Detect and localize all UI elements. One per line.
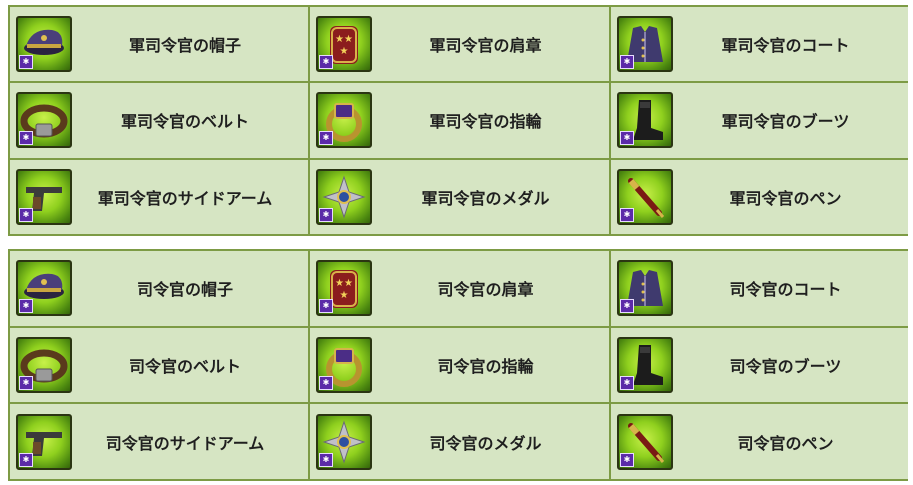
- item-cell[interactable]: ✱ 司令官のサイドアーム: [10, 404, 308, 479]
- item-cell[interactable]: ✱ 軍司令官の指輪: [310, 83, 609, 158]
- rarity-badge-icon: ✱: [319, 299, 333, 314]
- item-cell[interactable]: ✱ 司令官の指輪: [310, 327, 609, 403]
- item-label: 軍司令官のブーツ: [721, 112, 850, 132]
- item-cell[interactable]: ✱ 軍司令官のブーツ: [611, 83, 908, 158]
- pen-icon: ✱: [617, 413, 673, 470]
- item-label: 司令官のベルト: [128, 356, 241, 376]
- rarity-badge-icon: ✱: [620, 207, 634, 222]
- coat-icon: ✱: [617, 16, 673, 73]
- item-label: 司令官のサイドアーム: [105, 433, 265, 453]
- rarity-badge-icon: ✱: [19, 131, 33, 146]
- rarity-badge-icon: ✱: [620, 299, 634, 314]
- svg-text:★: ★: [340, 46, 349, 57]
- item-label: 軍司令官の指輪: [429, 112, 542, 132]
- item-label: 軍司令官のコート: [721, 36, 850, 56]
- item-cell[interactable]: ✱ 司令官のメダル: [310, 404, 609, 479]
- item-label: 軍司令官のサイドアーム: [97, 188, 273, 208]
- item-label: 司令官のブーツ: [729, 356, 842, 376]
- rarity-badge-icon: ✱: [19, 207, 33, 222]
- item-label: 軍司令官のメダル: [421, 188, 550, 208]
- rarity-badge-icon: ✱: [620, 452, 634, 467]
- svg-text:★★: ★★: [335, 278, 353, 289]
- belt-icon: ✱: [16, 92, 72, 149]
- item-cell[interactable]: ✱ 司令官の帽子: [10, 251, 308, 326]
- ring-icon: ✱: [316, 336, 372, 393]
- rarity-badge-icon: ✱: [19, 299, 33, 314]
- item-label: 軍司令官のペン: [729, 188, 842, 208]
- rarity-badge-icon: ✱: [319, 207, 333, 222]
- svg-text:★: ★: [340, 290, 349, 301]
- coat-icon: ✱: [617, 260, 673, 317]
- rarity-badge-icon: ✱: [319, 452, 333, 467]
- item-cell[interactable]: ✱ 軍司令官のベルト: [10, 83, 308, 158]
- item-cell[interactable]: ✱ 司令官のブーツ: [611, 327, 908, 403]
- boot-icon: ✱: [617, 92, 673, 149]
- boot-icon: ✱: [617, 336, 673, 393]
- item-cell[interactable]: ✱ 軍司令官のサイドアーム: [10, 159, 308, 234]
- items-panel-commander: ✱ 司令官の帽子 ★★ ★ ✱ 司令官の肩章 ✱ 司令官のコート ✱ 司令官のベルト ✱ 司令官の指輪…: [8, 249, 908, 481]
- item-label: 軍司令官の帽子: [128, 36, 241, 56]
- item-cell[interactable]: ★★ ★ ✱ 司令官の肩章: [310, 251, 609, 326]
- item-label: 司令官の指輪: [437, 356, 534, 376]
- rarity-badge-icon: ✱: [620, 55, 634, 70]
- item-label: 司令官の肩章: [437, 280, 534, 300]
- officer-cap-icon: ✱: [16, 260, 72, 317]
- rarity-badge-icon: ✱: [319, 375, 333, 390]
- item-label: 司令官の帽子: [136, 280, 233, 300]
- item-cell[interactable]: ✱ 軍司令官のメダル: [310, 159, 609, 234]
- rarity-badge-icon: ✱: [620, 131, 634, 146]
- pistol-icon: ✱: [16, 168, 72, 225]
- item-cell[interactable]: ✱ 司令官のコート: [611, 251, 908, 326]
- epaulette-icon: ★★ ★ ✱: [316, 260, 372, 317]
- epaulette-icon: ★★ ★ ✱: [316, 16, 372, 73]
- rarity-badge-icon: ✱: [620, 375, 634, 390]
- item-cell[interactable]: ✱ 司令官のペン: [611, 404, 908, 479]
- item-cell[interactable]: ✱ 軍司令官のペン: [611, 159, 908, 234]
- rarity-badge-icon: ✱: [319, 55, 333, 70]
- item-label: 司令官のメダル: [429, 433, 542, 453]
- items-panel-general: ✱ 軍司令官の帽子 ★★ ★ ✱ 軍司令官の肩章 ✱ 軍司令官のコート ✱ 軍司令官のベルト ✱ 軍司…: [8, 5, 908, 236]
- rarity-badge-icon: ✱: [19, 375, 33, 390]
- item-cell[interactable]: ★★ ★ ✱ 軍司令官の肩章: [310, 7, 609, 82]
- rarity-badge-icon: ✱: [19, 452, 33, 467]
- medal-icon: ✱: [316, 413, 372, 470]
- belt-icon: ✱: [16, 336, 72, 393]
- officer-cap-icon: ✱: [16, 16, 72, 73]
- item-cell[interactable]: ✱ 軍司令官の帽子: [10, 7, 308, 82]
- item-label: 司令官のコート: [729, 280, 842, 300]
- item-label: 軍司令官のベルト: [120, 112, 249, 132]
- item-label: 司令官のペン: [737, 433, 834, 453]
- pistol-icon: ✱: [16, 413, 72, 470]
- pen-icon: ✱: [617, 168, 673, 225]
- rarity-badge-icon: ✱: [319, 131, 333, 146]
- svg-text:★★: ★★: [335, 34, 353, 45]
- ring-icon: ✱: [316, 92, 372, 149]
- items-grid: ✱ 軍司令官の帽子 ★★ ★ ✱ 軍司令官の肩章 ✱ 軍司令官のコート ✱ 軍司令官のベルト ✱ 軍司…: [10, 7, 908, 234]
- item-cell[interactable]: ✱ 司令官のベルト: [10, 327, 308, 403]
- items-grid: ✱ 司令官の帽子 ★★ ★ ✱ 司令官の肩章 ✱ 司令官のコート ✱ 司令官のベルト ✱ 司令官の指輪…: [10, 251, 908, 479]
- medal-icon: ✱: [316, 168, 372, 225]
- item-label: 軍司令官の肩章: [429, 36, 542, 56]
- rarity-badge-icon: ✱: [19, 55, 33, 70]
- item-cell[interactable]: ✱ 軍司令官のコート: [611, 7, 908, 82]
